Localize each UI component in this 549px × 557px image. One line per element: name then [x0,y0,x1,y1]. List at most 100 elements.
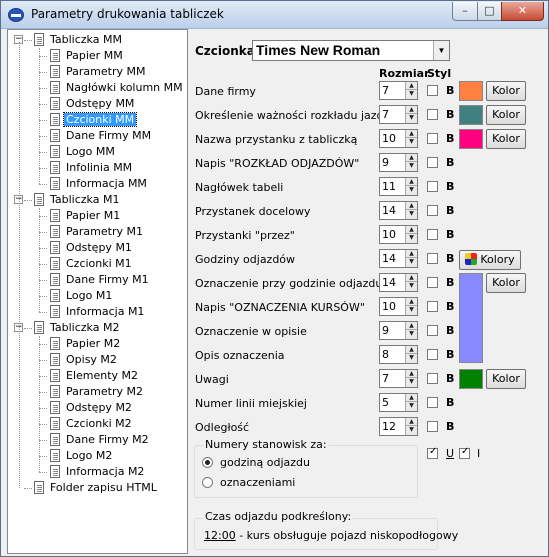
tree-child-item[interactable]: Czcionki M1 [50,256,134,272]
underline-checkbox[interactable] [427,446,438,459]
font-size-spinner[interactable]: 10 ▲ ▼ [379,129,418,148]
spinner-buttons[interactable]: ▲ ▼ [405,130,417,147]
tree-child-item[interactable]: Papier M1 [50,208,122,224]
font-size-spinner[interactable]: 11 ▲ ▼ [379,177,418,196]
color-swatch[interactable] [459,105,483,125]
tree-child-item[interactable]: Logo M1 [50,288,114,304]
color-button[interactable]: Kolor [486,81,526,101]
spin-up-icon[interactable]: ▲ [406,226,417,234]
spinner-buttons[interactable]: ▲ ▼ [405,250,417,267]
spin-down-icon[interactable]: ▼ [406,138,417,146]
tree-child-item[interactable]: Odstępy M2 [50,400,134,416]
font-family-select[interactable]: Times New Roman ▼ [252,40,450,61]
font-size-spinner[interactable]: 10 ▲ ▼ [379,225,418,244]
spinner-buttons[interactable]: ▲ ▼ [405,370,417,387]
spinner-buttons[interactable]: ▲ ▼ [405,202,417,219]
settings-tree[interactable]: Tabliczka MM − Papier MM Parametry MM Nagłów… [7,29,188,554]
spinner-buttons[interactable]: ▲ ▼ [405,226,417,243]
font-size-spinner[interactable]: 10 ▲ ▼ [379,297,418,316]
close-button[interactable]: ✕ [501,2,544,21]
bold-checkbox[interactable] [427,109,438,120]
bold-checkbox[interactable] [427,421,438,432]
bold-checkbox[interactable] [427,157,438,168]
tree-child-item[interactable]: Opisy M2 [50,352,119,368]
spin-up-icon[interactable]: ▲ [406,106,417,114]
spin-down-icon[interactable]: ▼ [406,114,417,122]
font-size-spinner[interactable]: 5 ▲ ▼ [379,393,418,412]
spin-up-icon[interactable]: ▲ [406,202,417,210]
spin-down-icon[interactable]: ▼ [406,258,417,266]
bold-checkbox[interactable] [427,85,438,96]
spin-down-icon[interactable]: ▼ [406,378,417,386]
font-size-spinner[interactable]: 14 ▲ ▼ [379,201,418,220]
spinner-buttons[interactable]: ▲ ▼ [405,274,417,291]
colors-button[interactable]: Kolory [459,250,521,270]
bold-checkbox[interactable] [427,349,438,360]
title-bar[interactable]: Parametry drukowania tabliczek – □ ✕ [1,1,548,29]
bold-checkbox[interactable] [427,373,438,384]
spinner-buttons[interactable]: ▲ ▼ [405,106,417,123]
tree-child-item[interactable]: Informacja M2 [50,464,146,480]
color-swatch[interactable] [459,129,483,149]
chevron-down-icon[interactable]: ▼ [433,41,449,60]
bold-checkbox[interactable] [427,301,438,312]
tree-child-item[interactable]: Infolinia MM [50,160,134,176]
spin-down-icon[interactable]: ▼ [406,186,417,194]
marker-color-swatch[interactable] [459,273,483,363]
bold-checkbox[interactable] [427,229,438,240]
maximize-button[interactable]: □ [477,2,502,21]
spinner-buttons[interactable]: ▲ ▼ [405,178,417,195]
italic-checkbox[interactable] [459,446,470,459]
spin-down-icon[interactable]: ▼ [406,234,417,242]
tree-group-item[interactable]: Tabliczka M1 [34,192,121,208]
font-size-spinner[interactable]: 9 ▲ ▼ [379,321,418,340]
font-size-spinner[interactable]: 7 ▲ ▼ [379,81,418,100]
minimize-button[interactable]: – [452,2,478,21]
spinner-buttons[interactable]: ▲ ▼ [405,154,417,171]
bold-checkbox[interactable] [427,181,438,192]
tree-child-item[interactable]: Czcionki M2 [50,416,134,432]
spin-down-icon[interactable]: ▼ [406,402,417,410]
tree-child-item[interactable]: Parametry M2 [50,384,145,400]
spinner-buttons[interactable]: ▲ ▼ [405,394,417,411]
tree-child-item[interactable]: Odstępy MM [50,96,136,112]
spinner-buttons[interactable]: ▲ ▼ [405,82,417,99]
spinner-buttons[interactable]: ▲ ▼ [405,298,417,315]
spin-up-icon[interactable]: ▲ [406,250,417,258]
spin-down-icon[interactable]: ▼ [406,306,417,314]
color-button[interactable]: Kolor [486,369,526,389]
tree-child-item[interactable]: Informacja MM [50,176,149,192]
spin-up-icon[interactable]: ▲ [406,370,417,378]
tree-child-item[interactable]: Dane Firmy MM [50,128,153,144]
color-swatch[interactable] [459,369,483,389]
spin-down-icon[interactable]: ▼ [406,330,417,338]
tree-group-item[interactable]: Tabliczka MM [34,32,124,48]
bold-checkbox[interactable] [427,205,438,216]
bold-checkbox[interactable] [427,253,438,264]
color-button[interactable]: Kolor [486,129,526,149]
spin-up-icon[interactable]: ▲ [406,298,417,306]
tree-child-item[interactable]: Odstępy M1 [50,240,134,256]
tree-footer-item[interactable]: Folder zapisu HTML [34,480,159,496]
font-size-spinner[interactable]: 7 ▲ ▼ [379,369,418,388]
font-size-spinner[interactable]: 9 ▲ ▼ [379,153,418,172]
spin-up-icon[interactable]: ▲ [406,394,417,402]
bold-checkbox[interactable] [427,133,438,144]
tree-child-item[interactable]: Dane Firmy M1 [50,272,151,288]
spin-down-icon[interactable]: ▼ [406,210,417,218]
spin-down-icon[interactable]: ▼ [406,426,417,434]
tree-group-item[interactable]: Tabliczka M2 [34,320,121,336]
tree-child-item[interactable]: Informacja M1 [50,304,146,320]
bold-checkbox[interactable] [427,277,438,288]
color-swatch[interactable] [459,81,483,101]
tree-child-item[interactable]: Nagłówki kolumn MM [50,80,185,96]
spin-down-icon[interactable]: ▼ [406,282,417,290]
spin-down-icon[interactable]: ▼ [406,90,417,98]
spin-down-icon[interactable]: ▼ [406,354,417,362]
tree-child-item[interactable]: Czcionki MM [50,112,138,128]
spinner-buttons[interactable]: ▲ ▼ [405,346,417,363]
spinner-buttons[interactable]: ▲ ▼ [405,418,417,435]
tree-child-item[interactable]: Papier M2 [50,336,122,352]
tree-child-item[interactable]: Logo MM [50,144,117,160]
tree-child-item[interactable]: Parametry M1 [50,224,145,240]
